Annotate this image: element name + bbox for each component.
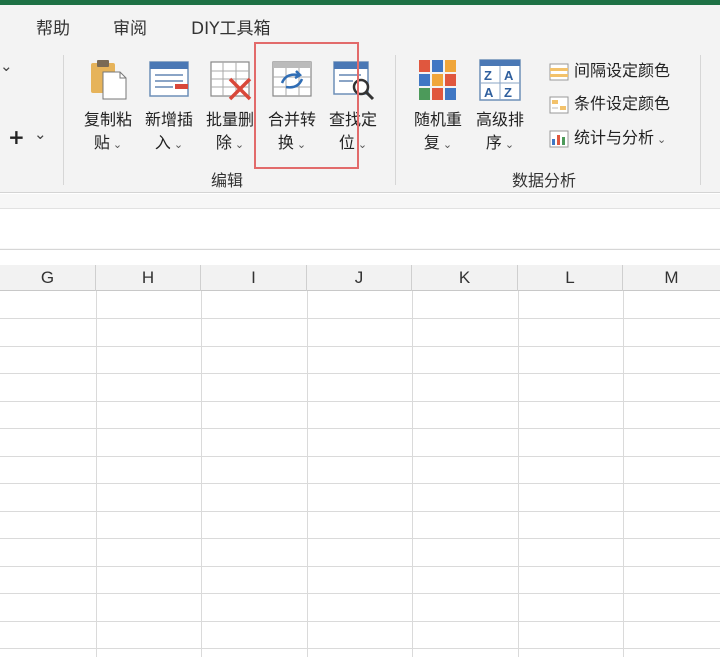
chevron-down-icon: ⌄: [173, 138, 184, 151]
interval-color-label: 间隔设定颜色: [574, 61, 671, 80]
column-header-k[interactable]: K: [412, 265, 518, 291]
statistics-analysis-label: 统计与分析: [574, 128, 655, 147]
advanced-sort-label-2: 序 ⌄: [485, 133, 515, 152]
grid-row-line: [0, 483, 720, 484]
svg-text:Z: Z: [504, 85, 512, 100]
sort-az-icon: Z A A Z: [479, 59, 521, 101]
formula-bar[interactable]: [0, 208, 720, 248]
add-icon[interactable]: +: [8, 125, 25, 149]
chevron-down-icon[interactable]: ⌄: [0, 57, 13, 75]
cell-grid[interactable]: [0, 291, 720, 657]
grid-row-line: [0, 318, 720, 319]
grid-row-line: [0, 456, 720, 457]
svg-text:Z: Z: [484, 68, 492, 83]
copy-paste-button[interactable]: 复制粘 贴 ⌄: [78, 55, 138, 155]
chevron-down-icon: ⌄: [112, 138, 123, 151]
random-repeat-label-2: 复 ⌄: [423, 133, 453, 152]
chevron-down-icon: ⌄: [657, 133, 667, 146]
batch-delete-button[interactable]: 批量删 除 ⌄: [200, 55, 260, 155]
ribbon-tabs: 帮助 审阅 DIY工具箱: [0, 5, 720, 43]
chevron-down-icon: ⌄: [234, 138, 245, 151]
copy-paste-label-2: 贴 ⌄: [93, 133, 123, 152]
insert-new-button[interactable]: 新增插 入 ⌄: [139, 55, 199, 155]
insert-rows-icon: [149, 61, 189, 97]
grid-row-line: [0, 648, 720, 649]
column-header-row: G H I J K L M: [0, 265, 720, 291]
chevron-down-icon[interactable]: ⌄: [34, 125, 47, 143]
tab-diy-toolbox[interactable]: DIY工具箱: [191, 14, 271, 39]
column-header-g[interactable]: G: [0, 265, 96, 291]
insert-new-label-2: 入 ⌄: [154, 133, 184, 152]
condition-color-button[interactable]: 条件设定颜色: [549, 90, 670, 116]
batch-delete-label-2: 除 ⌄: [215, 133, 245, 152]
grid-row-line: [0, 428, 720, 429]
interval-color-button[interactable]: 间隔设定颜色: [549, 57, 670, 83]
grid-row-line: [0, 538, 720, 539]
condition-color-icon: [549, 96, 569, 113]
tab-review[interactable]: 审阅: [113, 14, 147, 39]
highlight-box: [254, 42, 359, 169]
chevron-down-icon: ⌄: [442, 138, 453, 151]
group-separator: [63, 55, 64, 185]
column-header-j[interactable]: J: [307, 265, 412, 291]
interval-color-icon: [549, 63, 569, 80]
grid-row-line: [0, 373, 720, 374]
advanced-sort-button[interactable]: Z A A Z 高级排 序 ⌄: [470, 55, 530, 155]
data-analysis-group-label: 数据分析: [512, 171, 577, 190]
random-repeat-button[interactable]: 随机重 复 ⌄: [408, 55, 468, 155]
grid-row-line: [0, 621, 720, 622]
statistics-icon: [549, 130, 569, 147]
statistics-analysis-button[interactable]: 统计与分析 ⌄: [549, 124, 666, 150]
random-blocks-icon: [419, 60, 456, 100]
advanced-sort-label-1: 高级排: [475, 110, 524, 129]
grid-row-line: [0, 566, 720, 567]
condition-color-label: 条件设定颜色: [574, 94, 671, 113]
tab-help[interactable]: 帮助: [36, 14, 70, 39]
grid-row-line: [0, 401, 720, 402]
edit-group-label: 编辑: [211, 171, 244, 190]
column-header-m[interactable]: M: [623, 265, 720, 291]
svg-text:A: A: [504, 68, 514, 83]
group-separator: [700, 55, 701, 185]
grid-row-line: [0, 511, 720, 512]
group-separator: [395, 55, 396, 185]
chevron-down-icon: ⌄: [357, 138, 368, 151]
svg-text:A: A: [484, 85, 494, 100]
grid-row-line: [0, 593, 720, 594]
clipboard-icon: [91, 60, 127, 100]
delete-grid-icon: [210, 61, 252, 101]
grid-row-line: [0, 346, 720, 347]
column-header-l[interactable]: L: [518, 265, 623, 291]
chevron-down-icon: ⌄: [504, 138, 515, 151]
column-header-h[interactable]: H: [96, 265, 201, 291]
column-header-i[interactable]: I: [201, 265, 307, 291]
ribbon: ⌄ + ⌄ 复制粘 贴 ⌄ 新增插 入 ⌄ 批量删 除 ⌄ 合并转 换 ⌄ 查找…: [0, 43, 720, 193]
